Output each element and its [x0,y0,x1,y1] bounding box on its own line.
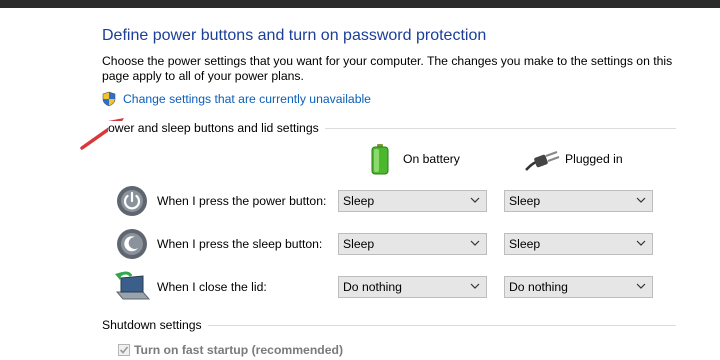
page-description: Choose the power settings that you want … [102,54,673,83]
column-on-battery: On battery [403,152,460,166]
power-button-icon [117,186,147,216]
chevron-down-icon [636,240,646,246]
sleep-button-on-battery-select[interactable]: Sleep [338,233,487,255]
power-button-plugged-in-select[interactable]: Sleep [504,190,653,212]
chevron-down-icon [636,283,646,289]
checkmark-icon [119,346,129,354]
select-value: Sleep [509,237,541,251]
row-label-sleep-button: When I press the sleep button: [157,237,323,251]
select-value: Sleep [343,194,375,208]
lid-plugged-in-select[interactable]: Do nothing [504,276,653,298]
column-plugged-in: Plugged in [565,152,623,166]
power-section-label: ower and sleep buttons and lid settings [108,121,325,135]
select-value: Sleep [509,194,541,208]
row-label-close-lid: When I close the lid: [157,280,267,294]
select-value: Do nothing [509,280,568,294]
lid-on-battery-select[interactable]: Do nothing [338,276,487,298]
row-label-power-button: When I press the power button: [157,194,327,208]
sleep-button-plugged-in-select[interactable]: Sleep [504,233,653,255]
chevron-down-icon [470,283,480,289]
power-button-on-battery-select[interactable]: Sleep [338,190,487,212]
laptop-lid-icon [115,271,151,300]
select-value: Sleep [343,237,375,251]
chevron-down-icon [636,197,646,203]
page-title: Define power buttons and turn on passwor… [102,27,487,44]
uac-shield-icon [102,91,116,107]
shutdown-section-label: Shutdown settings [102,318,208,332]
power-plug-icon [525,151,560,171]
battery-icon [371,144,389,175]
fast-startup-checkbox[interactable] [118,344,130,356]
change-settings-link[interactable]: Change settings that are currently unava… [123,92,371,106]
chevron-down-icon [470,240,480,246]
chevron-down-icon [470,197,480,203]
window-top-bar [0,0,720,8]
sleep-button-icon [117,229,147,259]
fast-startup-label: Turn on fast startup (recommended) [134,343,344,357]
select-value: Do nothing [343,280,402,294]
